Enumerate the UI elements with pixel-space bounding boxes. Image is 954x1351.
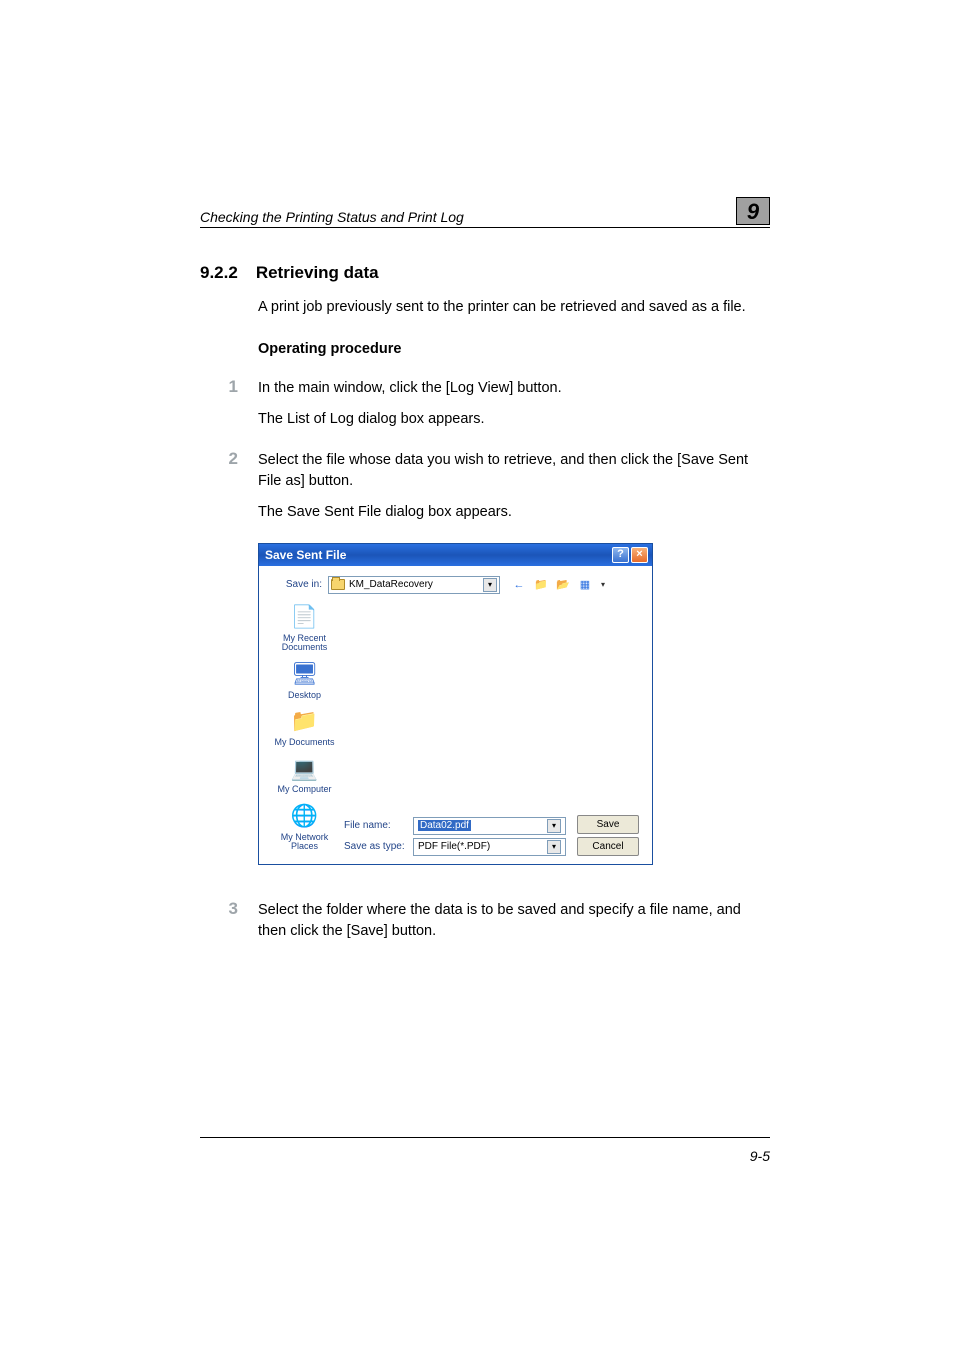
places-desktop[interactable]: 🖥 Desktop (288, 659, 321, 700)
save-in-label: Save in: (267, 579, 322, 590)
section-number: 9.2.2 (200, 263, 238, 283)
desktop-icon: 🖥 (290, 659, 320, 689)
step-number: 3 (222, 900, 238, 942)
my-computer-icon: 💻 (289, 753, 319, 783)
step-sub: The List of Log dialog box appears. (258, 409, 770, 430)
step-1: 1 In the main window, click the [Log Vie… (222, 378, 770, 430)
back-icon[interactable]: ← (510, 576, 528, 594)
my-documents-icon: 📁 (290, 706, 320, 736)
step-text: In the main window, click the [Log View]… (258, 380, 562, 396)
save-button[interactable]: Save (577, 815, 639, 834)
running-header: Checking the Printing Status and Print L… (200, 209, 728, 225)
file-name-label: File name: (342, 820, 407, 831)
new-folder-icon[interactable]: 📂 (554, 576, 572, 594)
recent-documents-icon: 📄 (290, 602, 320, 632)
close-button[interactable]: × (631, 547, 648, 563)
cancel-button[interactable]: Cancel (577, 837, 639, 856)
header-rule: Checking the Printing Status and Print L… (200, 197, 770, 228)
chevron-down-icon: ▾ (483, 578, 497, 592)
save-in-value: KM_DataRecovery (349, 579, 483, 590)
dialog-title: Save Sent File (265, 548, 346, 562)
place-label: Desktop (288, 691, 321, 700)
step-sub: The Save Sent File dialog box appears. (258, 502, 770, 523)
file-name-input[interactable]: Data02.pdf ▾ (413, 817, 566, 835)
operating-procedure-heading: Operating procedure (258, 339, 770, 359)
step-number: 2 (222, 450, 238, 523)
save-as-type-label: Save as type: (342, 841, 407, 852)
chevron-down-icon[interactable]: ▾ (547, 840, 561, 854)
place-label: My Recent Documents (267, 634, 342, 653)
places-my-documents[interactable]: 📁 My Documents (274, 706, 334, 747)
chapter-number-badge: 9 (736, 197, 770, 225)
folder-icon (331, 579, 345, 590)
save-sent-file-dialog: Save Sent File ? × Save in: KM_DataRecov… (258, 543, 653, 865)
step-text: Select the folder where the data is to b… (258, 902, 741, 939)
step-2: 2 Select the file whose data you wish to… (222, 450, 770, 523)
help-button[interactable]: ? (612, 547, 629, 563)
section-title: Retrieving data (256, 263, 379, 283)
intro-paragraph: A print job previously sent to the print… (258, 297, 770, 317)
save-as-type-value: PDF File(*.PDF) (418, 841, 490, 852)
places-recent[interactable]: 📄 My Recent Documents (267, 602, 342, 653)
page-footer: 9-5 (200, 1137, 770, 1164)
file-list-area[interactable] (342, 602, 644, 814)
save-as-type-dropdown[interactable]: PDF File(*.PDF) ▾ (413, 838, 566, 856)
step-number: 1 (222, 378, 238, 430)
page-number: 9-5 (750, 1148, 770, 1164)
save-in-dropdown[interactable]: KM_DataRecovery ▾ (328, 576, 500, 594)
views-dropdown-icon[interactable]: ▾ (598, 576, 608, 594)
titlebar: Save Sent File ? × (259, 544, 652, 566)
places-my-computer[interactable]: 💻 My Computer (277, 753, 331, 794)
up-folder-icon[interactable]: 📁 (532, 576, 550, 594)
views-icon[interactable]: ▦ (576, 576, 594, 594)
chevron-down-icon[interactable]: ▾ (547, 819, 561, 833)
step-text: Select the file whose data you wish to r… (258, 452, 748, 489)
places-my-network[interactable]: 🌐 My Network Places (267, 801, 342, 852)
file-name-value: Data02.pdf (418, 820, 471, 831)
step-3: 3 Select the folder where the data is to… (222, 900, 770, 942)
place-label: My Documents (274, 738, 334, 747)
my-network-icon: 🌐 (290, 801, 320, 831)
place-label: My Network Places (267, 833, 342, 852)
place-label: My Computer (277, 785, 331, 794)
